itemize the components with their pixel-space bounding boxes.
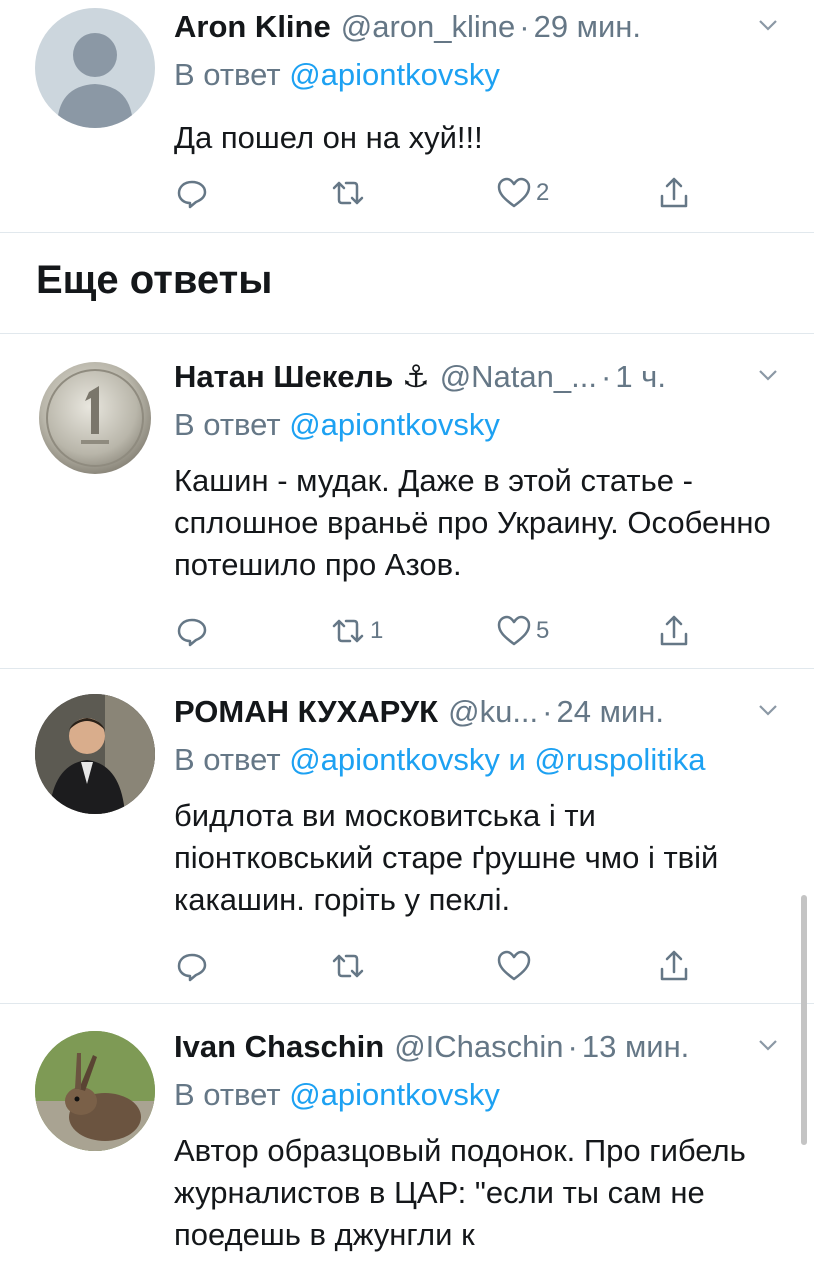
tweet-actions: 1 5 [174, 611, 734, 651]
retweet-count: 1 [370, 617, 384, 644]
section-title: Еще ответы [36, 258, 273, 302]
reply-context: В ответ @apiontkovsky [174, 1077, 500, 1112]
tweet-header: РОМАН КУХАРУК @ku... · 24 мин. [174, 694, 664, 730]
timestamp[interactable]: 1 ч. [615, 359, 666, 395]
share-icon [660, 950, 688, 981]
tweet-card[interactable]: Aron Kline @aron_kline · 29 мин. В ответ… [0, 0, 814, 233]
chevron-down-icon[interactable] [754, 11, 782, 39]
reply-icon [177, 180, 207, 209]
like-count: 2 [536, 179, 550, 206]
timestamp[interactable]: 29 мин. [534, 9, 641, 45]
tweet-card[interactable]: Ivan Chaschin @IChaschin · 13 мин. В отв… [0, 1004, 814, 1280]
author-handle[interactable]: @ku... [448, 694, 538, 730]
avatar[interactable] [35, 1031, 155, 1151]
mention-link[interactable]: @apiontkovsky [289, 407, 500, 442]
chevron-down-icon[interactable] [754, 696, 782, 724]
tweet-text: Автор образцовый подонок. Про гибель жур… [174, 1133, 746, 1252]
retweet-button[interactable] [330, 173, 370, 213]
author-handle[interactable]: @Natan_... [440, 359, 597, 395]
default-avatar-icon [57, 33, 133, 128]
retweet-icon [332, 181, 364, 205]
author-name[interactable]: Ivan Chaschin [174, 1029, 384, 1065]
like-count: 5 [536, 617, 550, 644]
tweet-actions [174, 946, 734, 986]
coin-avatar-icon [39, 362, 151, 474]
retweet-icon [332, 954, 364, 978]
share-button[interactable] [656, 173, 692, 213]
reply-button[interactable] [174, 946, 210, 986]
tweet-header: Ivan Chaschin @IChaschin · 13 мин. [174, 1029, 690, 1065]
share-icon [660, 615, 688, 646]
heart-icon [497, 615, 531, 646]
tweet-header: Aron Kline @aron_kline · 29 мин. [174, 9, 642, 45]
mention-link[interactable]: @apiontkovsky [289, 57, 500, 92]
avatar[interactable] [35, 358, 155, 478]
avatar[interactable] [35, 694, 155, 814]
reply-context: В ответ @apiontkovsky [174, 57, 500, 92]
retweet-button[interactable]: 1 [330, 611, 383, 651]
tweet-card[interactable]: РОМАН КУХАРУК @ku... · 24 мин. В ответ @… [0, 669, 814, 1004]
retweet-icon [332, 619, 364, 643]
share-button[interactable] [656, 946, 692, 986]
tweet-header: Натан Шекель ⚓ @Natan_... · 1 ч. [174, 359, 666, 395]
mention-link[interactable]: @apiontkovsky [289, 1077, 500, 1112]
author-name[interactable]: Натан Шекель ⚓ [174, 359, 430, 395]
retweet-button[interactable] [330, 946, 370, 986]
scrollbar[interactable] [801, 895, 807, 1145]
tweet-actions: 2 [174, 173, 734, 213]
hare-avatar-icon [35, 1031, 155, 1151]
reply-button[interactable] [174, 173, 210, 213]
share-button[interactable] [656, 611, 692, 651]
reply-button[interactable] [174, 611, 210, 651]
author-name[interactable]: РОМАН КУХАРУК [174, 694, 438, 730]
share-icon [660, 177, 688, 208]
chevron-down-icon[interactable] [754, 361, 782, 389]
heart-icon [497, 950, 531, 981]
timestamp[interactable]: 13 мин. [582, 1029, 689, 1065]
tweet-text: Да пошел он на хуй!!! [174, 120, 483, 155]
heart-icon [497, 177, 531, 208]
author-handle[interactable]: @IChaschin [394, 1029, 563, 1065]
like-button[interactable] [496, 946, 536, 986]
reply-context: В ответ @apiontkovsky и @ruspolitika [174, 742, 706, 777]
like-button[interactable]: 2 [496, 173, 549, 213]
reply-context: В ответ @apiontkovsky [174, 407, 500, 442]
chevron-down-icon[interactable] [754, 1031, 782, 1059]
like-button[interactable]: 5 [496, 611, 549, 651]
tweet-text: бидлота ви московитська і ти піонтковськ… [174, 798, 719, 917]
reply-icon [177, 953, 207, 982]
avatar[interactable] [35, 8, 155, 128]
author-name[interactable]: Aron Kline [174, 9, 331, 45]
mention-link[interactable]: @apiontkovsky и @ruspolitika [289, 742, 705, 777]
reply-icon [177, 618, 207, 647]
tweet-card[interactable]: Натан Шекель ⚓ @Natan_... · 1 ч. В ответ… [0, 334, 814, 669]
photo-avatar-icon [35, 694, 155, 814]
tweet-text: Кашин - мудак. Даже в этой статье - спло… [174, 463, 771, 582]
author-handle[interactable]: @aron_kline [341, 9, 516, 45]
timestamp[interactable]: 24 мин. [557, 694, 664, 730]
